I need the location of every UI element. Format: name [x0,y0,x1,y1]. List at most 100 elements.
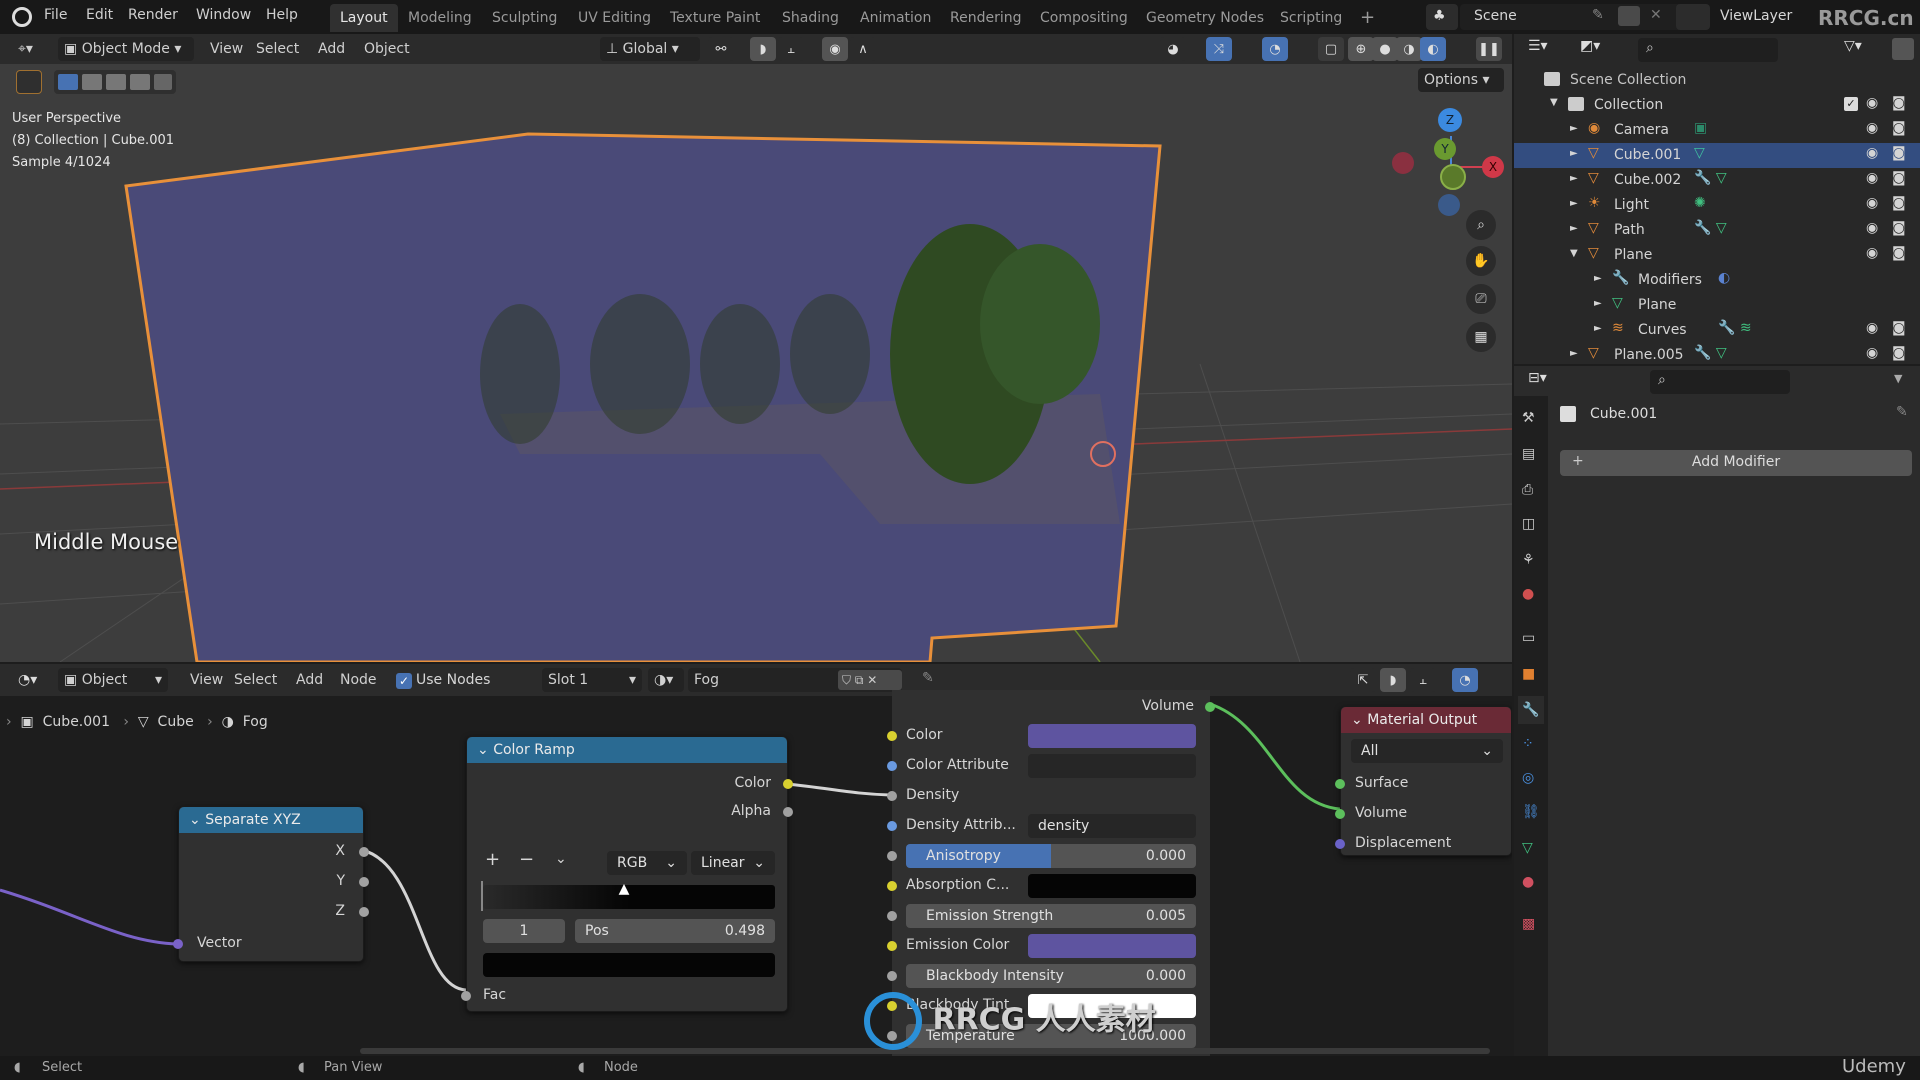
ramp-stop-0[interactable] [481,881,493,911]
scene-tab-icon[interactable]: ⚘ [1522,552,1535,568]
data-badge-icon[interactable]: ✺ [1694,195,1706,211]
eye-icon[interactable]: ◉ [1866,220,1878,236]
output-tab-icon[interactable]: ⎙ [1522,482,1533,498]
input-displacement-socket[interactable] [1335,839,1345,849]
text-field[interactable] [1028,754,1196,778]
modifier-tab-icon[interactable]: 🔧 [1518,696,1544,724]
output-x-socket[interactable] [359,847,369,857]
gizmo-z-axis[interactable]: Z [1438,108,1462,132]
slider-field[interactable]: Emission Strength 0.005 [906,904,1196,928]
tab-texture-paint[interactable]: Texture Paint [660,4,770,32]
slider-field[interactable]: Blackbody Intensity 0.000 [906,964,1196,988]
pan-view-icon[interactable]: ✋ [1466,246,1496,276]
tab-shading[interactable]: Shading [772,4,849,32]
tab-sculpting[interactable]: Sculpting [482,4,567,32]
gizmo-y-axis[interactable]: Y [1434,138,1456,160]
shader-node-editor[interactable]: ◔▾ ▣ Object ▾ View Select Add Node ✓ Use… [0,664,1512,1056]
scene-field[interactable]: Scene ✎ ✕ [1460,4,1690,30]
input-volume-socket[interactable] [1335,809,1345,819]
outliner-collection[interactable]: ▼ Collection ✓ ◉ ◙ [1514,93,1920,118]
delete-scene-icon[interactable]: ✕ [1650,7,1662,23]
pin-icon[interactable]: ✎ [1592,7,1604,23]
texture-tab-icon[interactable]: ▩ [1522,916,1535,932]
tab-animation[interactable]: Animation [850,4,941,32]
data-badge-icon[interactable]: 🔧 ≋ [1718,320,1752,336]
expand-icon[interactable]: ► [1570,123,1578,134]
render-camera-icon[interactable]: ◙ [1892,170,1906,186]
outliner-item[interactable]: ► ☀ Light ✺ ◉ ◙ [1514,193,1920,218]
data-badge-icon[interactable]: 🔧 ▽ [1694,345,1727,361]
tool-tab-icon[interactable]: ⚒ [1522,410,1535,426]
collapse-icon[interactable]: ⌄ [189,812,205,828]
expand-icon[interactable]: ► [1594,323,1602,334]
blender-logo-icon[interactable] [12,7,32,27]
collapse-icon[interactable]: ⌄ [1351,712,1367,728]
output-alpha-socket[interactable] [783,807,793,817]
menu-help[interactable]: Help [266,7,298,23]
outliner-item[interactable]: ► ▽ Path 🔧 ▽ ◉ ◙ [1514,218,1920,243]
render-camera-icon[interactable]: ◙ [1892,345,1906,361]
tab-layout[interactable]: Layout [330,4,398,32]
particles-tab-icon[interactable]: ⁘ [1522,736,1534,752]
slider-field[interactable]: Anisotropy 0.000 [906,844,1196,868]
input-socket[interactable] [887,941,897,951]
properties-search-input[interactable]: ⌕ [1650,370,1790,394]
input-socket[interactable] [887,761,897,771]
separate-xyz-node[interactable]: ⌄ Separate XYZ X Y Z Vector [173,806,369,962]
view-layer-name[interactable]: ViewLayer [1720,8,1792,24]
active-stop-index[interactable]: 1 [483,919,565,943]
tab-rendering[interactable]: Rendering [940,4,1032,32]
output-z-socket[interactable] [359,907,369,917]
add-workspace-button[interactable]: + [1350,4,1385,32]
gizmo-neg-x[interactable] [1392,152,1414,174]
gizmo-x-axis[interactable]: X [1482,156,1504,178]
render-camera-icon[interactable]: ◙ [1892,195,1906,211]
color-ramp-header[interactable]: ⌄ Color Ramp [467,737,787,763]
outliner-search-input[interactable]: ⌕ [1638,38,1778,62]
input-socket[interactable] [887,851,897,861]
input-socket[interactable] [887,971,897,981]
3d-viewport[interactable]: ⌖▾ ▣ Object Mode ▾ View Select Add Objec… [0,34,1512,662]
tab-modeling[interactable]: Modeling [398,4,482,32]
color-ramp-node[interactable]: ⌄ Color Ramp Color Alpha + − ⌄ RGB ⌄ Line… [461,736,793,1012]
expand-icon[interactable]: ► [1594,298,1602,309]
ramp-stop-1-active[interactable]: ▲ [617,881,631,911]
world-tab-icon[interactable]: ● [1522,586,1534,602]
expand-icon[interactable]: ► [1570,223,1578,234]
interpolation-dropdown[interactable]: Linear ⌄ [691,851,775,875]
display-mode-icon[interactable]: ◩▾ [1580,38,1616,62]
tab-compositing[interactable]: Compositing [1030,4,1138,32]
expand-icon[interactable]: ► [1570,198,1578,209]
ortho-toggle-icon[interactable]: ▦ [1466,322,1496,352]
render-camera-icon[interactable]: ◙ [1892,120,1906,136]
outliner-item[interactable]: ▼ ▽ Plane ◉ ◙ [1514,243,1920,268]
menu-window[interactable]: Window [196,7,251,23]
color-swatch[interactable] [1028,934,1196,958]
menu-edit[interactable]: Edit [86,7,113,23]
material-output-node[interactable]: ⌄ Material Output All ⌄ Surface Volume Di… [1335,706,1512,856]
gizmo-neg-z[interactable] [1438,194,1460,216]
output-color-socket[interactable] [783,779,793,789]
stop-color-swatch[interactable] [483,953,775,977]
output-y-socket[interactable] [359,877,369,887]
expand-icon[interactable]: ▼ [1570,248,1578,259]
data-badge-icon[interactable]: 🔧 ▽ [1694,170,1727,186]
outliner-item[interactable]: ► ◉ Camera ▣ ◉ ◙ [1514,118,1920,143]
render-tab-icon[interactable]: ▤ [1522,446,1535,462]
viewlayer-icon[interactable] [1676,4,1710,30]
new-collection-icon[interactable] [1892,38,1914,60]
properties-editor-type-icon[interactable]: ⊟▾ [1528,370,1547,386]
input-socket[interactable] [887,911,897,921]
gizmo-neg-y[interactable] [1440,164,1466,190]
input-fac-socket[interactable] [461,991,471,1001]
outliner-item[interactable]: ► ▽ Cube.002 🔧 ▽ ◉ ◙ [1514,168,1920,193]
color-mode-dropdown[interactable]: RGB ⌄ [607,851,687,875]
render-camera-icon[interactable]: ◙ [1892,245,1906,261]
options-chevron-icon[interactable]: ▼ [1894,372,1902,385]
eye-icon[interactable]: ◉ [1866,120,1878,136]
collapse-icon[interactable]: ⌄ [477,742,493,758]
eye-icon[interactable]: ◉ [1866,245,1878,261]
collection-tab-icon[interactable]: ▭ [1522,630,1535,646]
color-swatch[interactable] [1028,874,1196,898]
data-badge-icon[interactable]: 🔧 ▽ [1694,220,1727,236]
